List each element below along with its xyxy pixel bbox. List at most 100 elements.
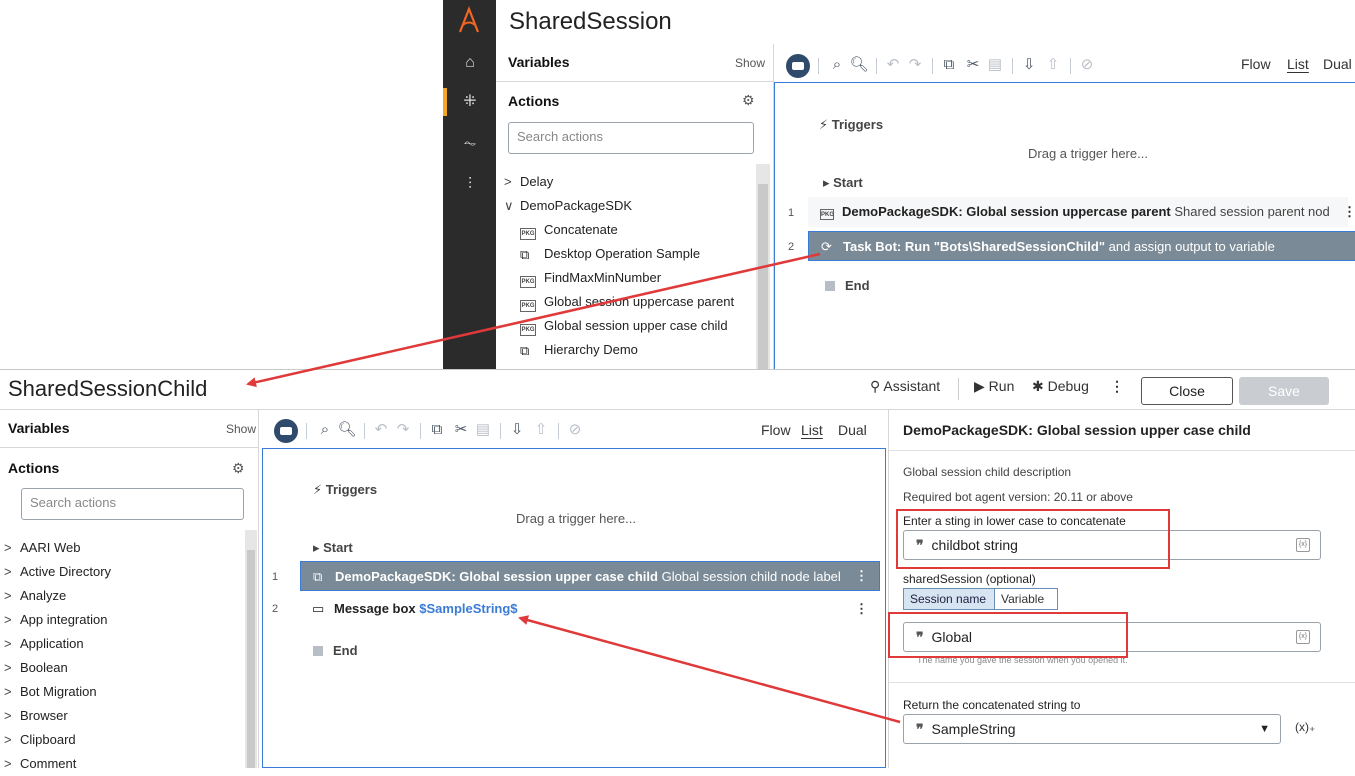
- tree-item-delay[interactable]: > Delay: [504, 170, 752, 194]
- properties-title: DemoPackageSDK: Global session upper cas…: [903, 422, 1251, 438]
- redo-icon[interactable]: ↷: [392, 419, 414, 441]
- cut-icon[interactable]: ✂: [450, 419, 472, 441]
- paste-icon[interactable]: ▤: [472, 419, 494, 441]
- step-global-session-child[interactable]: ⧉ DemoPackageSDK: Global session upper ca…: [300, 561, 880, 591]
- actions-tree: > AARI Web > Active Directory > Analyze > Ap…: [4, 536, 240, 776]
- tree-item[interactable]: > Bot Migration: [4, 680, 240, 704]
- end-node: End: [825, 278, 870, 293]
- tree-item-concatenate[interactable]: PKG Concatenate: [504, 218, 752, 242]
- assistant-button[interactable]: ⚲ Assistant: [870, 378, 940, 395]
- cut-icon[interactable]: ✂: [962, 54, 984, 76]
- tree-item-global-child[interactable]: PKG Global session upper case child: [504, 314, 752, 338]
- nav-rail: ⌂ ⁜ ⏦ ⫶: [443, 0, 496, 372]
- record-icon[interactable]: [274, 419, 298, 443]
- import-icon[interactable]: ⇧: [530, 419, 552, 441]
- import-icon[interactable]: ⇧: [1042, 54, 1064, 76]
- variable-option[interactable]: Variable: [994, 588, 1058, 610]
- more-options-icon[interactable]: ⋮: [1110, 378, 1124, 395]
- actions-sidebar: Variables Show Actions ⚙ Search actions …: [496, 44, 774, 372]
- record-icon[interactable]: [786, 54, 810, 78]
- debug-button[interactable]: ✱ Debug: [1032, 378, 1089, 395]
- tab-flow[interactable]: Flow: [761, 422, 791, 438]
- search-icon[interactable]: 🔍︎: [336, 419, 358, 441]
- home-icon[interactable]: ⌂: [459, 52, 481, 74]
- tab-list[interactable]: List: [801, 422, 823, 438]
- tab-dual[interactable]: Dual: [838, 422, 867, 438]
- step-menu-icon[interactable]: ⋮: [855, 568, 868, 584]
- package-icon: PKG: [820, 209, 834, 220]
- tree-item[interactable]: > Comment: [4, 752, 240, 776]
- annotation-box-field1: [896, 509, 1170, 569]
- tree-item[interactable]: > Application: [4, 632, 240, 656]
- create-variable-icon[interactable]: (x)₊: [1295, 720, 1315, 734]
- run-button[interactable]: ▶ Run: [974, 378, 1014, 395]
- step-menu-icon[interactable]: ⋮: [1343, 204, 1355, 220]
- copy-icon[interactable]: ⧉: [426, 419, 448, 441]
- tree-item-demopackagesdk[interactable]: ∨ DemoPackageSDK: [504, 194, 752, 218]
- search-actions-input[interactable]: Search actions: [508, 122, 754, 154]
- session-name-option[interactable]: Session name: [903, 588, 995, 610]
- page-title: SharedSession: [509, 8, 672, 35]
- show-variables-link[interactable]: Show: [226, 422, 256, 436]
- page-title: SharedSessionChild: [8, 376, 208, 401]
- tree-item[interactable]: > Clipboard: [4, 728, 240, 752]
- return-variable-select[interactable]: ❞ SampleString ▼: [903, 714, 1281, 744]
- return-label: Return the concatenated string to: [903, 698, 1081, 712]
- tree-item[interactable]: > AARI Web: [4, 536, 240, 560]
- tab-list[interactable]: List: [1287, 56, 1309, 72]
- paste-icon[interactable]: ▤: [984, 54, 1006, 76]
- insert-variable-icon[interactable]: {x}: [1296, 538, 1310, 552]
- variables-header[interactable]: Variables: [508, 54, 570, 70]
- disable-icon[interactable]: ⊘: [1076, 54, 1098, 76]
- tree-item[interactable]: > Analyze: [4, 584, 240, 608]
- insert-variable-icon[interactable]: {x}: [1296, 630, 1310, 644]
- tree-item-desktop-operation[interactable]: ⧉ Desktop Operation Sample: [504, 242, 752, 266]
- actions-header: Actions: [8, 460, 60, 476]
- search-icon[interactable]: 🔍︎: [848, 54, 870, 76]
- actions-settings-icon[interactable]: ⚙: [232, 460, 245, 477]
- step-message-box[interactable]: ▭ Message box $SampleString$: [300, 594, 880, 624]
- disable-icon[interactable]: ⊘: [564, 419, 586, 441]
- copy-icon[interactable]: ⧉: [938, 54, 960, 76]
- triggers-section: ⚡︎ Triggers: [819, 117, 884, 132]
- step-menu-icon[interactable]: ⋮: [855, 601, 868, 617]
- actions-settings-icon[interactable]: ⚙: [742, 92, 755, 109]
- close-button[interactable]: Close: [1141, 377, 1233, 405]
- undo-icon[interactable]: ↶: [370, 419, 392, 441]
- settings-sliders-icon[interactable]: ⫶: [459, 174, 481, 196]
- play-icon: ▶: [974, 378, 985, 394]
- tab-flow[interactable]: Flow: [1241, 56, 1271, 72]
- show-variables-link[interactable]: Show: [735, 56, 765, 70]
- tree-item[interactable]: > Browser: [4, 704, 240, 728]
- step-parent-global-session[interactable]: PKG DemoPackageSDK: Global session upperc…: [808, 197, 1348, 227]
- required-version: Required bot agent version: 20.11 or abo…: [903, 490, 1133, 504]
- scrollbar-thumb[interactable]: [247, 550, 255, 768]
- search-actions-input[interactable]: Search actions: [21, 488, 244, 520]
- tree-item-global-parent[interactable]: PKG Global session uppercase parent: [504, 290, 752, 314]
- message-box-icon: ▭: [312, 601, 325, 616]
- activity-icon[interactable]: ⏦: [459, 133, 481, 155]
- tree-item-hierarchy-demo[interactable]: ⧉ Hierarchy Demo: [504, 338, 752, 362]
- triggers-section: ⚡︎ Triggers: [313, 482, 378, 497]
- bot-icon: ⧉: [520, 343, 530, 358]
- save-button[interactable]: Save: [1239, 377, 1329, 405]
- redo-icon[interactable]: ↷: [904, 54, 926, 76]
- find-icon[interactable]: ⌕: [314, 419, 336, 441]
- tree-item[interactable]: > App integration: [4, 608, 240, 632]
- string-quote-icon: ❞: [916, 721, 924, 737]
- tree-item-findmaxmin[interactable]: PKG FindMaxMinNumber: [504, 266, 752, 290]
- bot-icon: ⧉: [313, 569, 323, 584]
- undo-icon[interactable]: ↶: [882, 54, 904, 76]
- tab-dual[interactable]: Dual: [1323, 56, 1352, 72]
- export-icon[interactable]: ⇩: [1018, 54, 1040, 76]
- export-icon[interactable]: ⇩: [506, 419, 528, 441]
- bots-icon[interactable]: ⁜: [459, 91, 481, 113]
- find-icon[interactable]: ⌕: [826, 54, 848, 76]
- variables-header[interactable]: Variables: [8, 420, 70, 436]
- tree-item[interactable]: > Active Directory: [4, 560, 240, 584]
- actions-tree: > Delay ∨ DemoPackageSDK PKG Concatenate ⧉ D…: [504, 170, 752, 362]
- scrollbar-thumb[interactable]: [758, 184, 768, 372]
- flow-canvas: ⚡︎ Triggers Drag a trigger here... ▸ Sta…: [262, 448, 886, 768]
- tree-item[interactable]: > Boolean: [4, 656, 240, 680]
- step-run-taskbot[interactable]: ⟳ Task Bot: Run "Bots\SharedSessionChild"…: [808, 231, 1355, 261]
